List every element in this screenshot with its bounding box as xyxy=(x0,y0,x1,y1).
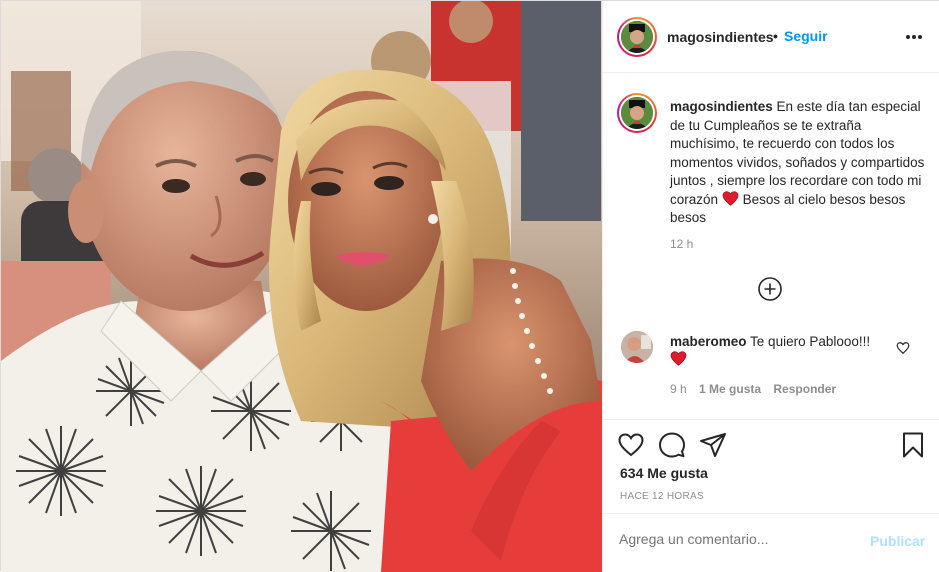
author-avatar[interactable] xyxy=(617,17,657,57)
comment-item: maberomeo Te quiero Pablooo!!! 9 h 1 Me … xyxy=(603,323,939,403)
comment-meta: 9 h 1 Me gusta Responder xyxy=(670,382,845,396)
commenter-avatar[interactable] xyxy=(621,331,653,363)
add-comment-divider xyxy=(603,513,939,514)
caption-block: magosindientes En este día tan especial … xyxy=(603,73,939,323)
post-timestamp[interactable]: HACE 12 HORAS xyxy=(620,491,704,502)
caption-avatar-image xyxy=(621,97,653,129)
publish-button[interactable]: Publicar xyxy=(870,533,925,549)
commenter-username-link[interactable]: maberomeo xyxy=(670,334,747,349)
plus-circle-icon[interactable] xyxy=(757,276,783,302)
comment-text: maberomeo Te quiero Pablooo!!! xyxy=(670,333,900,369)
comment-timestamp[interactable]: 9 h xyxy=(670,382,687,396)
more-horizontal-icon[interactable] xyxy=(904,27,924,47)
caption-body: En este día tan especial de tu Cumpleaño… xyxy=(670,99,925,207)
post-modal: magosindientes • Seguir magosindientes E… xyxy=(0,0,939,572)
author-avatar-image xyxy=(621,21,653,53)
caption-author-avatar[interactable] xyxy=(617,93,657,133)
add-comment-input[interactable] xyxy=(619,531,859,547)
caption-timestamp[interactable]: 12 h xyxy=(670,237,693,251)
selfie-photo-illustration xyxy=(1,1,602,572)
author-username-link[interactable]: magosindientes xyxy=(667,29,774,45)
comment-likes-count[interactable]: 1 Me gusta xyxy=(699,382,761,396)
follow-button[interactable]: Seguir xyxy=(784,28,828,44)
caption-username-link[interactable]: magosindientes xyxy=(670,99,773,114)
red-heart-icon xyxy=(722,190,739,206)
post-actions xyxy=(603,420,939,470)
caption-text: magosindientes En este día tan especial … xyxy=(670,98,932,228)
comment-body: Te quiero Pablooo!!! xyxy=(750,334,871,349)
bookmark-icon[interactable] xyxy=(899,431,927,459)
commenter-avatar-image xyxy=(621,331,653,363)
red-heart-icon xyxy=(670,351,687,366)
comment-reply-button[interactable]: Responder xyxy=(773,382,836,396)
comment-icon[interactable] xyxy=(658,431,686,459)
header-separator: • xyxy=(773,28,778,44)
paper-plane-icon[interactable] xyxy=(699,431,727,459)
heart-outline-icon[interactable] xyxy=(617,431,645,459)
post-photo[interactable] xyxy=(1,1,602,572)
post-header: magosindientes • Seguir xyxy=(603,1,939,73)
comment-like-heart-icon[interactable] xyxy=(896,341,910,355)
likes-count[interactable]: 634 Me gusta xyxy=(620,465,708,481)
post-side-panel: magosindientes • Seguir magosindientes E… xyxy=(602,1,939,572)
